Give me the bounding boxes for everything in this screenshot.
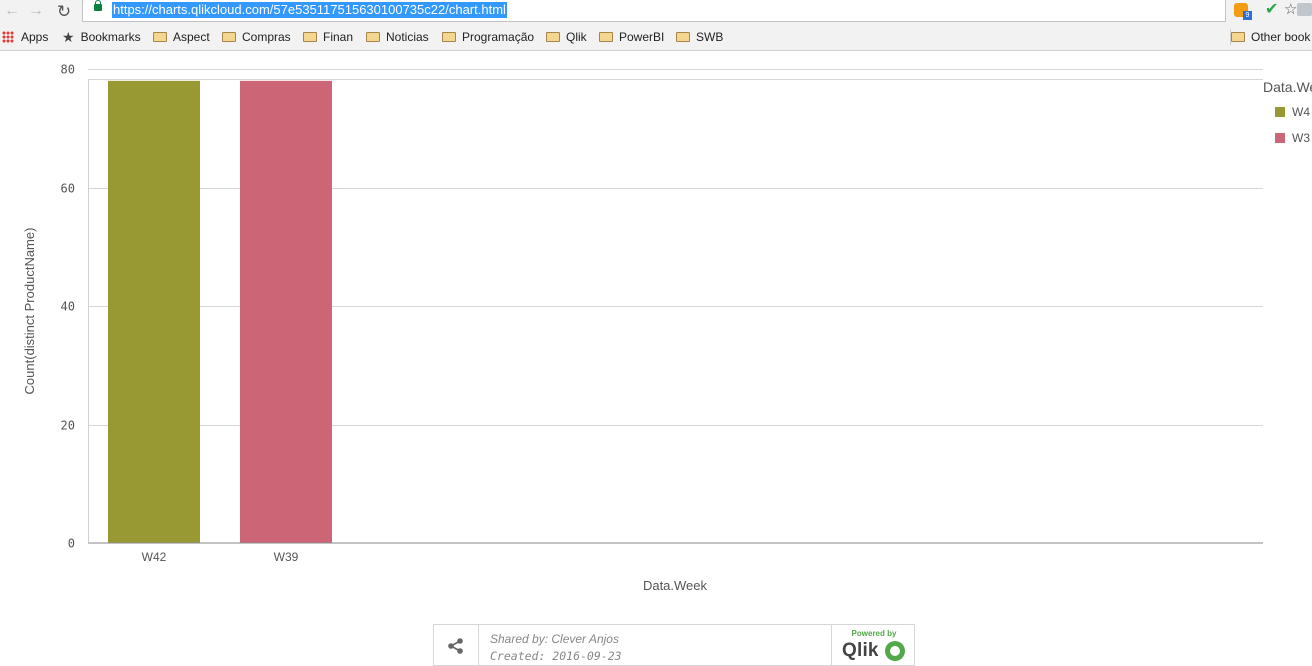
bars[interactable] xyxy=(108,80,332,543)
legend-item-w39[interactable]: W3 xyxy=(1292,131,1310,145)
bookmark-star-icon[interactable]: ☆ xyxy=(1284,1,1297,19)
bookmark-aspect[interactable]: Aspect xyxy=(153,29,210,45)
legend-item-w42[interactable]: W4 xyxy=(1292,105,1310,119)
y-tick-label: 0 xyxy=(68,537,75,551)
share-footer: Shared by: Clever Anjos Created: 2016-09… xyxy=(433,624,915,666)
x-tick-label: W42 xyxy=(142,550,167,564)
folder-icon xyxy=(676,32,690,42)
legend-swatch-w42 xyxy=(1275,107,1285,117)
y-tick-label: 40 xyxy=(61,300,75,314)
legend-swatch-w39 xyxy=(1275,133,1285,143)
bar-w42[interactable] xyxy=(108,80,200,543)
folder-icon xyxy=(366,32,380,42)
powered-by-qlik[interactable]: Powered by Qlik xyxy=(831,625,915,665)
bookmark-programacao[interactable]: Programação xyxy=(442,29,534,45)
bookmark-finan[interactable]: Finan xyxy=(303,29,353,45)
lock-icon xyxy=(94,0,102,11)
folder-icon xyxy=(303,32,317,42)
bookmark-label: Noticias xyxy=(386,30,429,44)
bookmark-qlik[interactable]: Qlik xyxy=(546,29,587,45)
x-tick-label: W39 xyxy=(274,550,299,564)
folder-icon xyxy=(222,32,236,42)
bar-chart: 0 20 40 60 80 W42 W39 Data.Week Count(distinc… xyxy=(22,63,1312,594)
bookmark-label: Qlik xyxy=(566,30,587,44)
bookmark-label: Aspect xyxy=(173,30,210,44)
x-axis-ticks: W42 W39 xyxy=(142,550,299,564)
bookmark-bookmarks[interactable]: ★ Bookmarks xyxy=(62,29,141,45)
share-icon xyxy=(448,638,463,654)
folder-icon xyxy=(153,32,167,42)
apps-grid-icon xyxy=(2,31,14,43)
address-bar[interactable]: https://charts.qlikcloud.com/57e53511751… xyxy=(82,0,1297,22)
image-extension-icon[interactable] xyxy=(1297,3,1312,16)
folder-icon xyxy=(546,32,560,42)
legend: Data.We W4 W3 xyxy=(1263,79,1312,145)
y-axis-label: Count(distinct ProductName) xyxy=(22,228,37,395)
bookmark-label: Programação xyxy=(462,30,535,44)
bookmark-compras[interactable]: Compras xyxy=(222,29,291,45)
bookmark-label: PowerBI xyxy=(619,30,665,44)
bookmark-label: Finan xyxy=(323,30,354,44)
share-button[interactable] xyxy=(434,625,479,665)
bookmark-swb[interactable]: SWB xyxy=(676,29,723,45)
check-extension-icon[interactable]: ✔ xyxy=(1265,0,1278,20)
url-text[interactable]: https://charts.qlikcloud.com/57e53511751… xyxy=(112,2,507,18)
bookmark-noticias[interactable]: Noticias xyxy=(366,29,429,45)
bookmark-label: Other book xyxy=(1251,30,1311,44)
rss-extension-icon[interactable]: 9 xyxy=(1234,3,1252,20)
bar-w39[interactable] xyxy=(240,80,332,543)
share-meta: Shared by: Clever Anjos Created: 2016-09… xyxy=(490,631,622,665)
back-arrow-icon[interactable]: ← xyxy=(2,1,22,21)
y-tick-label: 80 xyxy=(61,63,75,77)
created-date-text: Created: 2016-09-23 xyxy=(490,649,622,663)
star-icon: ★ xyxy=(62,29,75,45)
powered-by-text: Powered by xyxy=(851,629,897,638)
bookmark-label: Compras xyxy=(242,30,291,44)
forward-arrow-icon[interactable]: → xyxy=(26,1,46,21)
bookmark-apps[interactable]: Apps xyxy=(2,29,48,45)
extension-badge: 9 xyxy=(1243,11,1252,20)
legend-title: Data.We xyxy=(1263,79,1312,95)
y-tick-label: 60 xyxy=(61,182,75,196)
folder-icon xyxy=(1231,32,1245,42)
shared-by-text: Shared by: Clever Anjos xyxy=(490,632,619,646)
bookmarks-bar: Apps ★ Bookmarks Aspect Compras Finan No… xyxy=(0,24,1312,51)
bookmark-label: SWB xyxy=(696,30,724,44)
y-axis-ticks: 0 20 40 60 80 xyxy=(61,63,75,551)
x-axis-label: Data.Week xyxy=(643,578,708,593)
bookmark-label: Apps xyxy=(21,30,49,44)
browser-toolbar: ← → ↻ https://charts.qlikcloud.com/57e53… xyxy=(0,0,1312,24)
qlik-logo-icon xyxy=(885,641,905,661)
reload-icon[interactable]: ↻ xyxy=(54,1,74,21)
y-tick-label: 20 xyxy=(61,419,75,433)
qlik-logo-text: Qlik xyxy=(842,640,879,661)
bookmark-label: Bookmarks xyxy=(80,30,141,44)
bookmark-powerbi[interactable]: PowerBI xyxy=(599,29,664,45)
bookmark-other[interactable]: Other book xyxy=(1230,29,1310,45)
folder-icon xyxy=(442,32,456,42)
folder-icon xyxy=(599,32,613,42)
